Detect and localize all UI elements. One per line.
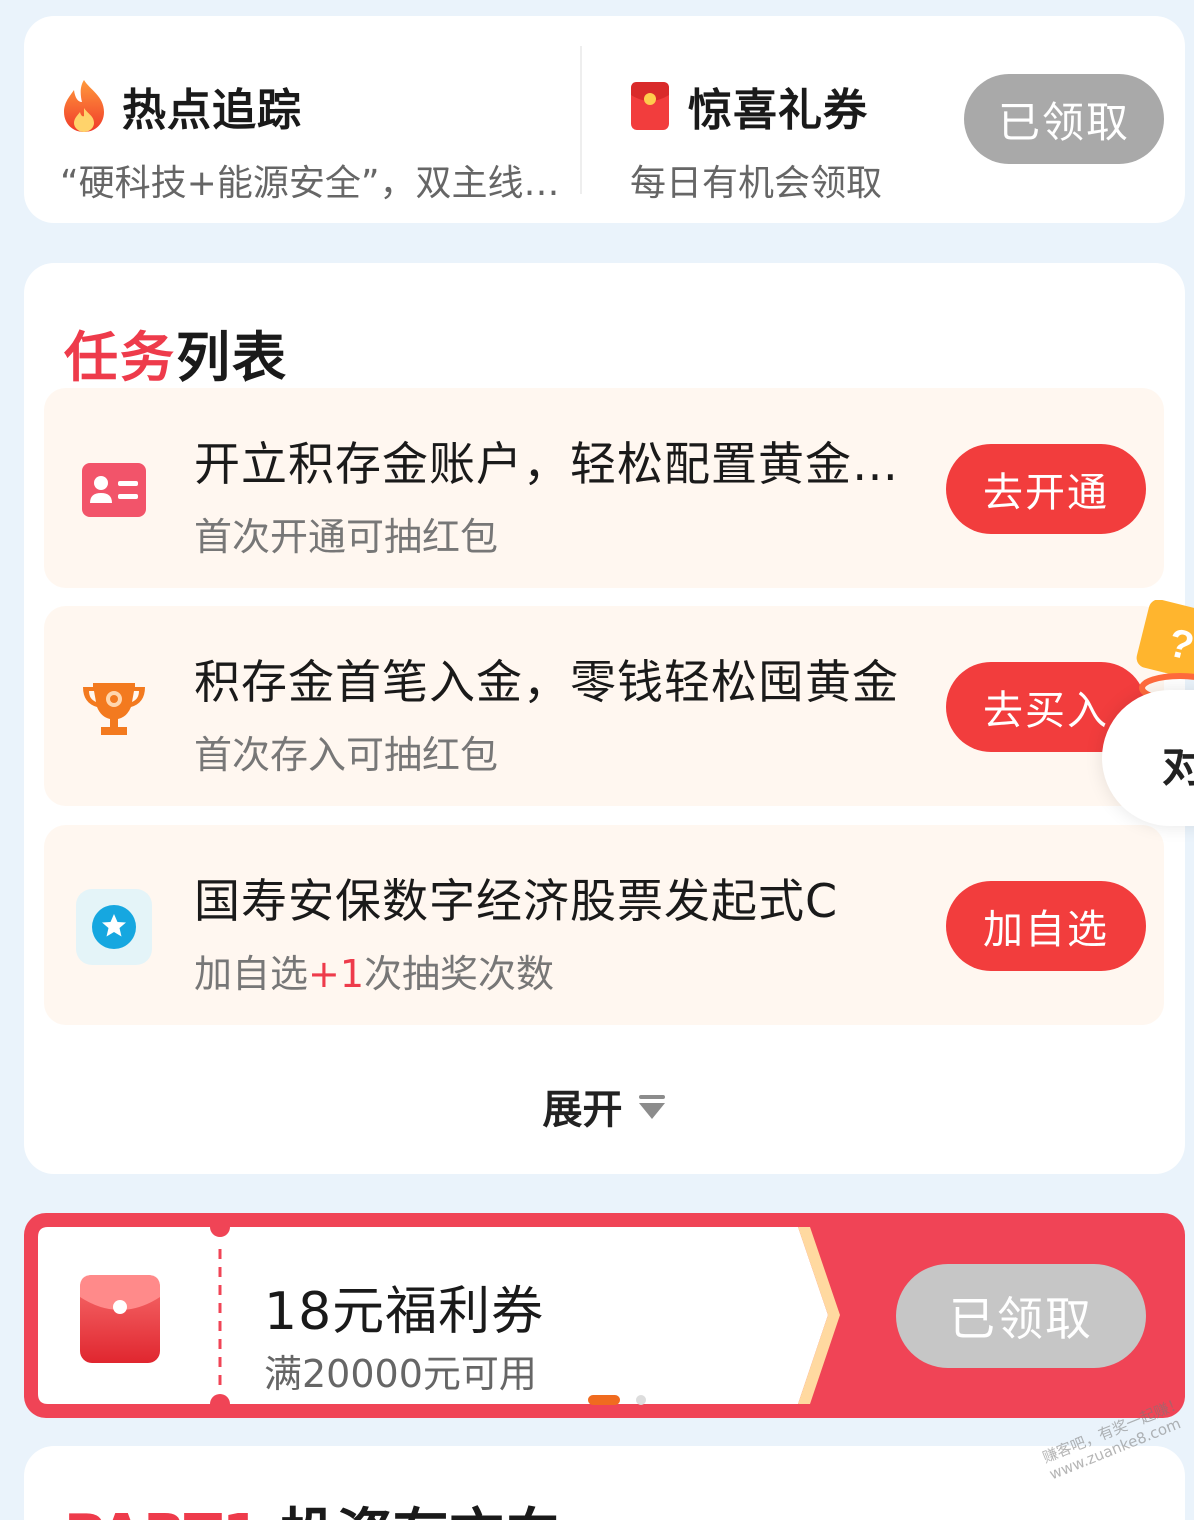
chevron-down-icon <box>638 1095 665 1119</box>
task-list-heading: 任务列表 <box>64 313 288 392</box>
flame-icon <box>64 80 104 132</box>
carousel-pager <box>588 1395 646 1405</box>
task-name: 国寿安保数字经济股票发起式C <box>194 874 839 928</box>
welfare-coupon-claimed-button[interactable]: 已领取 <box>896 1264 1146 1368</box>
floating-badge-text: 对 <box>1162 741 1194 792</box>
add-watchlist-button[interactable]: 加自选 <box>946 881 1146 971</box>
top-card-divider <box>580 46 582 194</box>
task-item-first-deposit: 积存金首笔入金，零钱轻松囤黄金 首次存入可抽红包 去买入 <box>44 606 1164 806</box>
task-item-open-account: 开立积存金账户，轻松配置黄金资产 首次开通可抽红包 去开通 <box>44 388 1164 588</box>
task-item-add-watchlist: 国寿安保数字经济股票发起式C 加自选+1次抽奖次数 加自选 <box>44 825 1164 1025</box>
red-envelope-icon <box>631 82 669 130</box>
task-name: 积存金首笔入金，零钱轻松囤黄金 <box>194 655 899 709</box>
part1-section-card: PART1 投资有方向 <box>24 1446 1185 1520</box>
surprise-coupon-title-row: 惊喜礼券 <box>630 74 868 138</box>
task-desc: 首次存入可抽红包 <box>194 733 499 777</box>
task-desc: 加自选+1次抽奖次数 <box>194 943 554 998</box>
id-card-icon <box>76 452 152 528</box>
task-desc-suffix: 次抽奖次数 <box>364 952 555 996</box>
task-list-heading-black: 列表 <box>176 326 288 389</box>
task-desc: 首次开通可抽红包 <box>194 515 499 559</box>
expand-toggle[interactable]: 展开 <box>24 1078 1185 1134</box>
hot-tracking-title-row: 热点追踪 <box>60 74 302 138</box>
coupon-condition: 满20000元可用 <box>264 1352 537 1396</box>
hot-tracking-subtitle: “硬科技+能源安全”，双主线布局 <box>60 163 576 204</box>
part1-label: PART1 <box>64 1503 261 1520</box>
coupon-amount: 18元福利券 <box>264 1282 545 1342</box>
pager-dot[interactable] <box>636 1395 646 1405</box>
welfare-coupon-banner: 18元福利券 满20000元可用 已领取 <box>24 1213 1185 1418</box>
expand-label: 展开 <box>542 1087 623 1133</box>
part1-heading: PART1 投资有方向 <box>64 1490 561 1520</box>
open-account-button[interactable]: 去开通 <box>946 444 1146 534</box>
hot-tracking-title: 热点追踪 <box>122 85 302 136</box>
star-badge-icon <box>76 889 152 965</box>
part1-title: 投资有方向 <box>281 1503 561 1520</box>
surprise-coupon-title: 惊喜礼券 <box>688 85 868 136</box>
trophy-icon <box>76 670 152 746</box>
red-packet-icon <box>80 1275 160 1363</box>
coupon-ticket: 18元福利券 满20000元可用 <box>38 1227 842 1405</box>
task-name: 开立积存金账户，轻松配置黄金资产 <box>194 437 914 491</box>
top-feature-card: 热点追踪 “硬科技+能源安全”，双主线布局 惊喜礼券 每日有机会领取 已领取 <box>24 16 1185 223</box>
coupon-claimed-button[interactable]: 已领取 <box>964 74 1164 164</box>
surprise-coupon-subtitle: 每日有机会领取 <box>630 163 883 204</box>
task-desc-highlight: +1 <box>308 952 365 996</box>
task-desc-prefix: 加自选 <box>194 952 309 996</box>
task-list-heading-red: 任务 <box>64 326 176 389</box>
hot-tracking-entry[interactable]: 热点追踪 “硬科技+能源安全”，双主线布局 <box>60 16 580 223</box>
pager-dot-active[interactable] <box>588 1395 620 1405</box>
task-list-card: 任务列表 开立积存金账户，轻松配置黄金资产 首次开通可抽红包 去开通 积存金首笔… <box>24 263 1185 1174</box>
